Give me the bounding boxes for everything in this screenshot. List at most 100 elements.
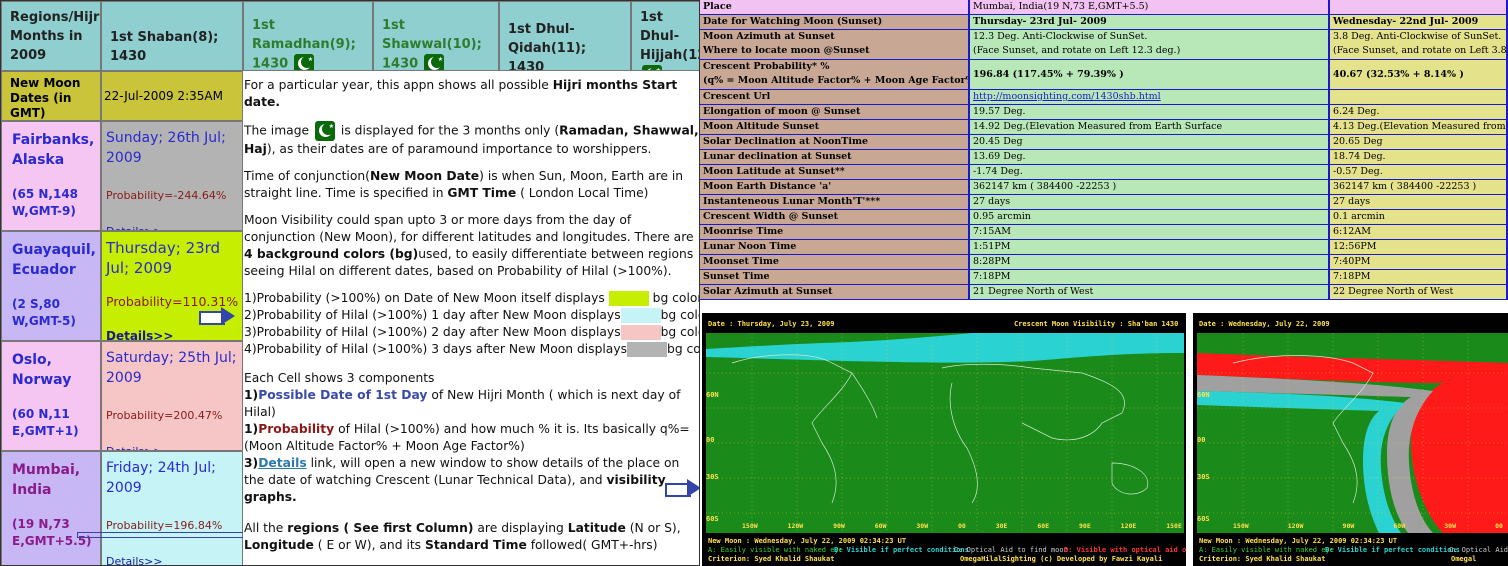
- cell-text: 20.45 Deg: [973, 136, 1023, 147]
- row-label: Moonrise Time: [700, 225, 970, 239]
- cell-text: 8:28PM: [973, 256, 1011, 267]
- desc-text: bg color: [660, 325, 699, 339]
- lon-axis: 150W 120W 90W 60W 30W 00: [1233, 522, 1503, 530]
- details-link[interactable]: Details>>: [106, 222, 238, 230]
- cell-date: Friday; 24th Jul; 2009: [106, 460, 216, 496]
- desc-text: are displaying: [473, 521, 568, 535]
- row-value: 6:12AM: [1330, 225, 1508, 239]
- desc-text: ), as their dates are of paramound impor…: [266, 142, 652, 156]
- row-label: Place: [700, 0, 970, 14]
- row-value: 27 days: [1330, 195, 1508, 209]
- row-label: Lunar declination at Sunset: [700, 150, 970, 164]
- row-value: 12.3 Deg. Anti-Clockwise of SunSet. (Face…: [970, 30, 1330, 59]
- row-value: 20.65 Deg: [1330, 135, 1508, 149]
- cell-text: (q% = Moon Altitude Factor% + Moon Age F…: [703, 75, 970, 86]
- cell-oslo-shaban: Saturday; 25th Jul; 2009 Probability=200.…: [101, 341, 243, 451]
- lon-label: 60E: [1037, 522, 1050, 530]
- cell-text: 0.95 arcmin: [973, 211, 1031, 222]
- lon-label: 90W: [1342, 522, 1355, 530]
- desc-bold: Probability: [258, 422, 335, 436]
- header-label: 1st Dhul-Qidah(11); 1430: [508, 22, 587, 71]
- crescent-url-link[interactable]: http://moonsighting.com/1430shb.html: [973, 91, 1161, 102]
- cell-text: Elongation of moon @ Sunset: [703, 106, 861, 117]
- cell-text: Moon Latitude at Sunset**: [703, 166, 845, 177]
- lon-label: 90E: [1079, 522, 1091, 530]
- cell-text: 0.1 arcmin: [1333, 211, 1385, 222]
- desc-text: bg color: [660, 308, 699, 322]
- row-value: 0.95 arcmin: [970, 210, 1330, 224]
- cell-date: Thursday; 23rd Jul; 2009: [106, 239, 221, 277]
- desc-text: (N or S),: [625, 521, 681, 535]
- legend-c: C: Optical Aid to find moon: [1449, 546, 1508, 554]
- region-mumbai: Mumbai, India (19 N,73 E,GMT+5.5): [1, 451, 101, 565]
- cell-text: 1:51PM: [973, 241, 1011, 252]
- desc-bold: GMT Time: [447, 186, 517, 200]
- lat-label: 60N: [1197, 391, 1210, 399]
- description-panel: For a particular year, this appn shows a…: [241, 71, 699, 565]
- desc-text: ( E or W), and its: [313, 538, 425, 552]
- cell-text: Place: [703, 1, 732, 12]
- lon-label: 90W: [833, 522, 845, 530]
- details-link[interactable]: Details>>: [106, 442, 238, 450]
- row-value: 12:56PM: [1330, 240, 1508, 254]
- lat-label: 60S: [706, 515, 719, 523]
- credit: OmegaHilalSighting (c) Developed by Fawz…: [960, 555, 1163, 563]
- details-link[interactable]: Details>>: [106, 552, 238, 565]
- lon-label: 00: [1495, 522, 1503, 530]
- data-row: Crescent Width @ Sunset 0.95 arcmin 0.1 ar…: [700, 210, 1508, 225]
- crescent-moon-icon: ★: [315, 121, 335, 141]
- components-list: Each Cell shows 3 components 1)Possible …: [244, 370, 699, 506]
- lat-label: 60N: [706, 391, 719, 399]
- criterion: Criterion: Syed Khalid Shaukat: [1199, 555, 1326, 563]
- lon-label: 30W: [916, 522, 929, 530]
- desc-bold: 4 background colors (bg): [244, 247, 419, 261]
- region-name: Mumbai, India: [12, 462, 81, 498]
- cell-text: Lunar Noon Time: [703, 241, 797, 252]
- cell-fairbanks-shaban: Sunday; 26th Jul; 2009 Probability=-244.6…: [101, 121, 243, 231]
- legend-item: 1)Probability (>100%) on Date of New Moo…: [244, 290, 699, 307]
- cell-text: 362147 km ( 384400 -22253 ): [1333, 181, 1477, 192]
- region-fairbanks: Fairbanks, Alaska (65 N,148 W,GMT-9): [1, 121, 101, 231]
- details-link[interactable]: Details>>: [106, 326, 238, 340]
- new-moon-label-cell: New Moon Dates (in GMT): [1, 71, 101, 121]
- cell-text: 6.24 Deg.: [1333, 106, 1380, 117]
- desc-text: 4)Probability of Hilal (>100%) 3 days af…: [244, 342, 628, 356]
- desc-text: is displayed for the 3 months only (: [337, 123, 560, 138]
- desc-bold: Standard Time: [425, 538, 527, 552]
- cell-text: 4.13 Deg.(Elevation Measured from Earth: [1333, 121, 1506, 132]
- new-moon-date-cell: 22-Jul-2009 2:35AM: [101, 71, 243, 121]
- details-link-text[interactable]: Details: [258, 456, 306, 470]
- data-row: Moon Altitude Sunset 14.92 Deg.(Elevation…: [700, 120, 1508, 135]
- cell-mumbai-shaban: Friday; 24th Jul; 2009 Probability=196.84…: [101, 451, 243, 565]
- cell-text: 14.92 Deg.(Elevation Measured from Earth…: [973, 121, 1223, 132]
- header-label: 1st Shaban(8); 1430: [110, 30, 219, 64]
- lon-label: 30W: [1444, 522, 1456, 530]
- desc-bold: regions ( See first Column): [287, 521, 474, 535]
- lat-label: 00: [1197, 436, 1206, 444]
- row-value: Mumbai, India(19 N,73 E,GMT+5.5): [970, 0, 1330, 14]
- desc-text: followed( GMT+-hrs): [526, 538, 658, 552]
- cell-probability: Probability=200.47%: [106, 409, 223, 422]
- cell-text: Where to locate moon @Sunset: [703, 45, 870, 56]
- data-row: Moonrise Time 7:15AM 6:12AM: [700, 225, 1508, 240]
- color-legend-list: 1)Probability (>100%) on Date of New Moo…: [244, 290, 699, 358]
- data-row: Moon Earth Distance 'a' 362147 km ( 38440…: [700, 180, 1508, 195]
- row-value: [1330, 0, 1508, 14]
- row-value: 7:40PM: [1330, 255, 1508, 269]
- map-title: Crescent Moon Visibility : Sha'ban 1430: [1014, 320, 1179, 328]
- row-value[interactable]: http://moonsighting.com/1430shb.html: [970, 90, 1330, 104]
- legend-item: 4)Probability of Hilal (>100%) 3 days af…: [244, 341, 699, 358]
- lon-label: 60W: [874, 522, 887, 530]
- legend-b: B: Visible if perfect conditions: [1325, 546, 1460, 554]
- lon-label: 150W: [742, 522, 758, 530]
- row-value: 27 days: [970, 195, 1330, 209]
- desc-bold: Longitude: [244, 538, 314, 552]
- row-value: 3.8 Deg. Anti-Clockwise of SunSet. (Face …: [1330, 30, 1508, 59]
- row-label: Moon Altitude Sunset: [700, 120, 970, 134]
- cell-text: 18.74 Deg.: [1333, 151, 1386, 162]
- row-value: -0.57 Deg.: [1330, 165, 1508, 179]
- row-label: Instanteneous Lunar Month'T'***: [700, 195, 970, 209]
- arrow-right-icon: [199, 307, 237, 325]
- desc-text: Time of conjunction(: [244, 169, 370, 183]
- row-value: 14.92 Deg.(Elevation Measured from Earth…: [970, 120, 1330, 134]
